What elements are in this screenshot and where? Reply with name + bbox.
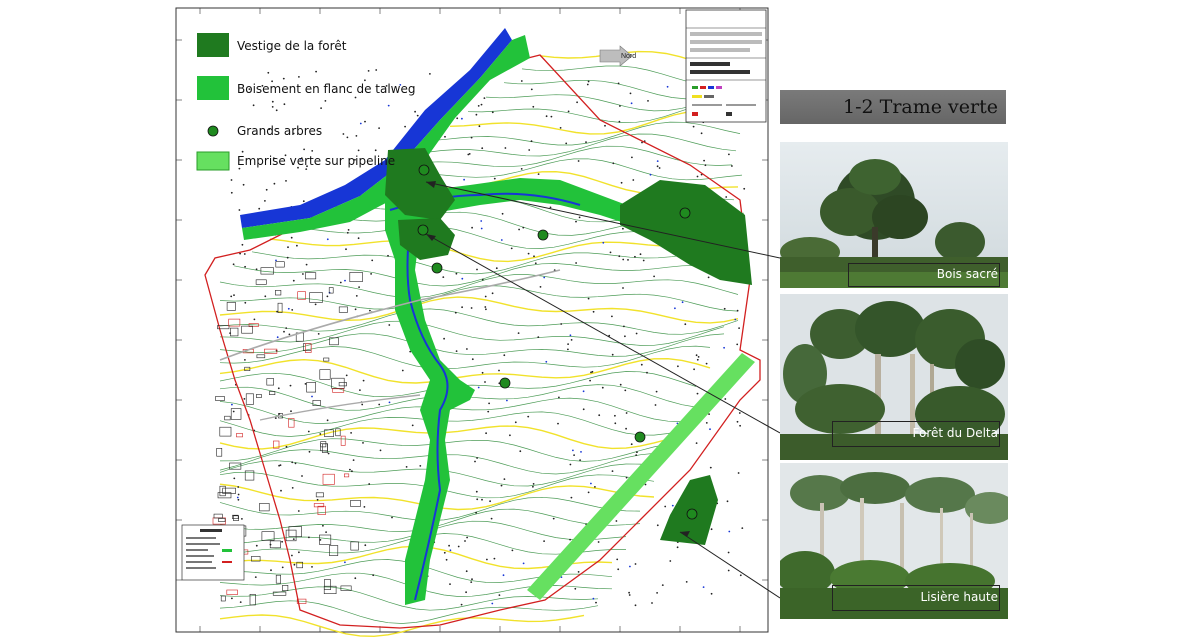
big-tree-5 xyxy=(679,207,691,219)
site-map xyxy=(175,7,780,638)
big-tree-7 xyxy=(634,431,646,443)
legend-label-forest: Vestige de la forêt xyxy=(237,39,347,53)
big-tree-6 xyxy=(499,377,511,389)
photo-label-lisiere-haute: Lisière haute xyxy=(920,590,998,604)
legend-swatch-forest xyxy=(197,33,229,57)
legend-label-trees: Grands arbres xyxy=(237,124,323,138)
photo-foret-delta: Forêt du Delta xyxy=(780,294,1008,460)
legend-dot-trees xyxy=(207,125,219,137)
legend-swatch-talweg xyxy=(197,76,229,100)
big-tree-8 xyxy=(686,508,698,520)
north-label: Nord xyxy=(621,53,637,60)
map-legend-box xyxy=(181,524,245,581)
legend-label-talweg: Boisement en flanc de talweg xyxy=(237,82,416,96)
photo-bois-sacre: Bois sacré xyxy=(780,142,1008,288)
big-tree-4 xyxy=(537,229,549,241)
photo-lisiere-haute: Lisière haute xyxy=(780,463,1008,619)
photo-label-bois-sacre: Bois sacré xyxy=(936,267,998,281)
legend-label-pipeline: Emprise verte sur pipeline xyxy=(237,154,396,168)
photo-label-foret-delta: Forêt du Delta xyxy=(912,426,998,440)
big-tree-3 xyxy=(431,262,443,274)
legend-swatch-pipeline xyxy=(196,151,230,171)
big-tree-1 xyxy=(418,164,430,176)
panel-title: 1-2 Trame verte xyxy=(780,90,1006,124)
title-block xyxy=(685,9,767,123)
map-figure: Vestige de la forêt Boisement en flanc d… xyxy=(0,0,1185,640)
big-tree-2 xyxy=(417,224,429,236)
